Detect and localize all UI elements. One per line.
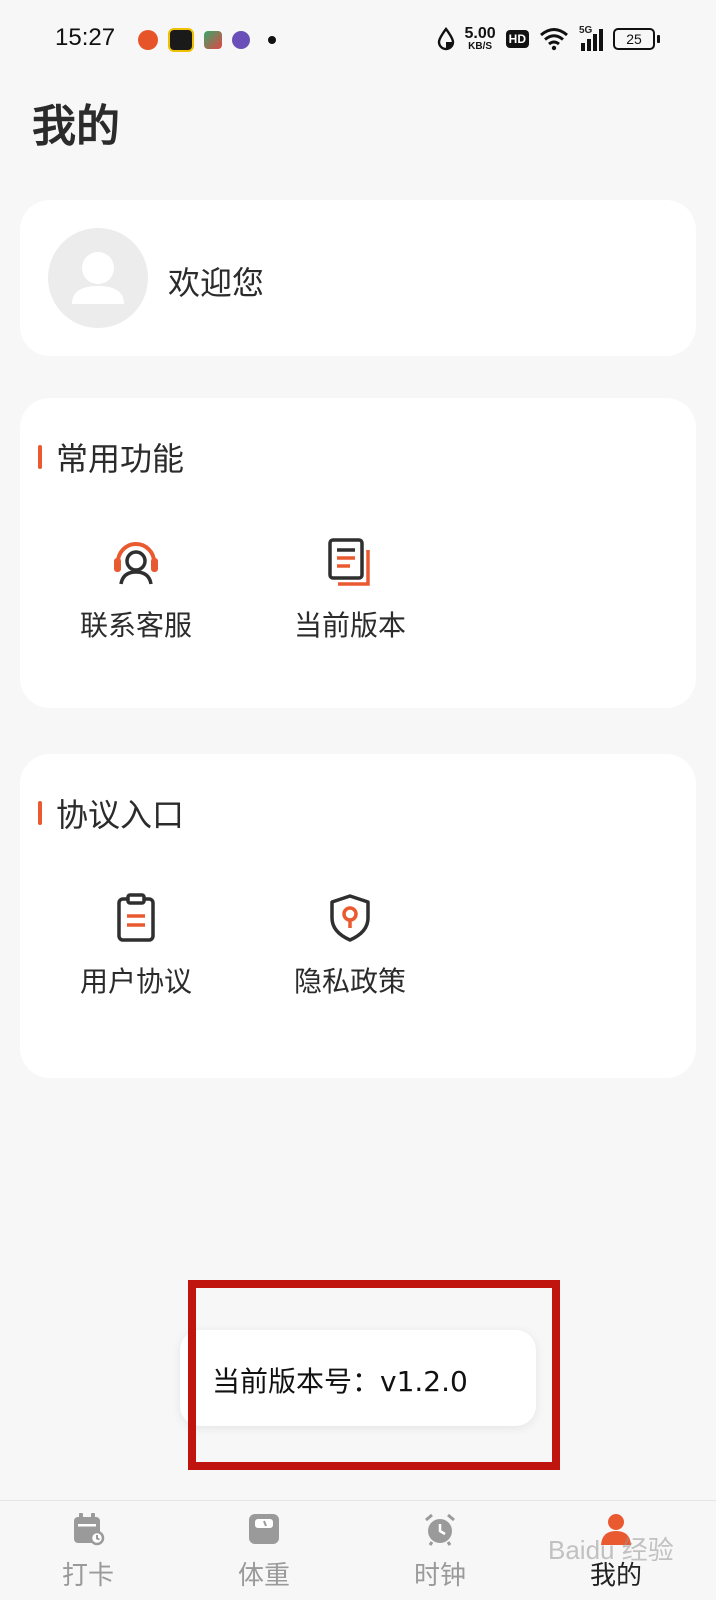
- wifi-icon: [540, 28, 568, 51]
- common-functions-card: 常用功能 联系客服 当前版本: [20, 398, 696, 708]
- scale-icon: [249, 1514, 279, 1544]
- notification-icons: [138, 26, 276, 54]
- nav-item-weight[interactable]: 体重: [204, 1511, 324, 1599]
- current-version-button[interactable]: 当前版本: [250, 536, 450, 676]
- nav-item-checkin[interactable]: 打卡: [28, 1511, 148, 1599]
- shopping-app-icon: [138, 30, 158, 50]
- agreements-grid: 用户协议 隐私政策: [20, 892, 696, 1042]
- status-bar: 15:27 5.00 KB/S HD 5G 25: [0, 0, 716, 84]
- net-speed-unit: KB/S: [468, 41, 493, 52]
- alarm-clock-icon: [425, 1513, 455, 1546]
- page-title: 我的: [32, 101, 120, 152]
- contact-support-label: 联系客服: [79, 609, 192, 642]
- browser-app-icon: [232, 31, 250, 49]
- nav-label-checkin: 打卡: [61, 1561, 114, 1591]
- baidu-watermark: Baidu 经验: [548, 1535, 674, 1565]
- cellular-signal-icon: 5G: [579, 25, 603, 51]
- battery-icon: 25: [613, 28, 660, 50]
- agreements-card: 协议入口 用户协议 隐私政策: [20, 754, 696, 1078]
- more-notifications-dot: [268, 36, 276, 44]
- user-agreement-label: 用户协议: [79, 965, 192, 998]
- app-screen: 15:27 5.00 KB/S HD 5G 25 我的 欢迎您 常用功能 联系客…: [0, 0, 716, 1600]
- calendar-check-icon: [74, 1513, 105, 1546]
- avatar[interactable]: [48, 228, 148, 328]
- current-version-label: 当前版本: [293, 609, 406, 642]
- user-agreement-button[interactable]: 用户协议: [36, 892, 236, 1032]
- headset-icon: [114, 542, 158, 585]
- welcome-text: 欢迎您: [168, 264, 265, 302]
- data-saver-icon: [437, 27, 454, 51]
- section-accent-bar: [38, 445, 42, 469]
- status-time: 15:27: [55, 24, 116, 51]
- nav-label-weight: 体重: [237, 1561, 290, 1591]
- user-placeholder-icon: [72, 252, 124, 304]
- section-title: 协议入口: [56, 796, 185, 834]
- function-grid: 联系客服 当前版本: [20, 536, 696, 686]
- system-status: 5.00 KB/S HD 5G 25: [437, 25, 660, 52]
- highlight-box: [188, 1280, 560, 1470]
- section-title: 常用功能: [56, 440, 185, 478]
- contact-support-button[interactable]: 联系客服: [36, 536, 236, 676]
- rocket-app-icon: [204, 31, 222, 49]
- privacy-policy-label: 隐私政策: [293, 965, 406, 998]
- section-accent-bar: [38, 801, 42, 825]
- shield-icon: [330, 894, 370, 942]
- net-speed-value: 5.00: [464, 25, 496, 42]
- net-speed: 5.00 KB/S: [465, 26, 496, 52]
- nav-item-clock[interactable]: 时钟: [380, 1511, 500, 1599]
- network-type: 5G: [579, 25, 593, 36]
- section-header: 常用功能: [38, 434, 184, 480]
- section-header: 协议入口: [38, 790, 184, 836]
- hd-badge: HD: [505, 30, 529, 48]
- battery-level: 25: [613, 28, 655, 50]
- clipboard-icon: [117, 893, 155, 942]
- nav-label-clock: 时钟: [413, 1561, 466, 1591]
- tmall-app-icon: [168, 28, 194, 52]
- document-stack-icon: [328, 538, 370, 586]
- profile-card[interactable]: 欢迎您: [20, 200, 696, 356]
- privacy-policy-button[interactable]: 隐私政策: [250, 892, 450, 1032]
